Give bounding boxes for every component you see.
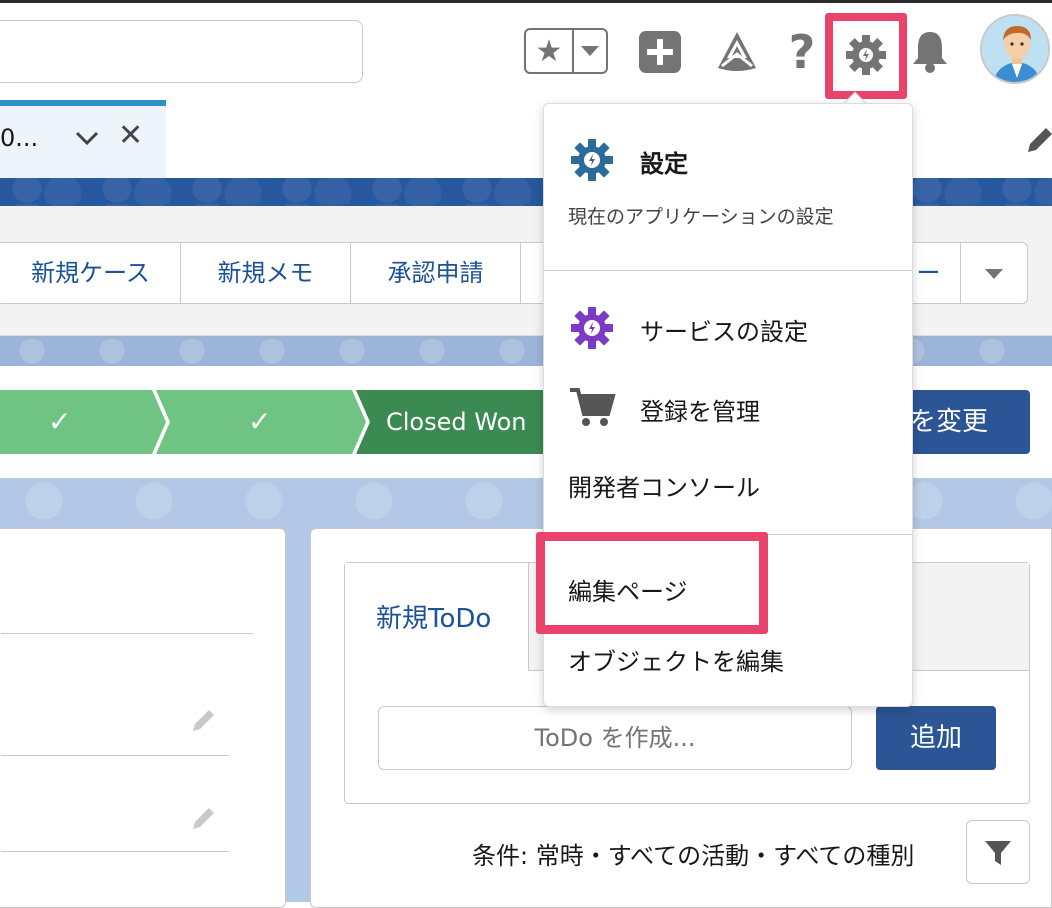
service-setup-menu-item[interactable] [568,304,616,356]
global-actions-button[interactable] [639,31,681,73]
workspace-tab-label[interactable]: 0... [0,124,38,152]
favorites-dropdown-button[interactable] [574,30,606,72]
chevron-down-icon [985,269,1003,279]
path-stage-complete-2[interactable]: ✓ [156,390,366,454]
service-gear-icon [571,307,613,349]
pencil-icon [193,808,214,829]
service-setup-label[interactable]: サービスの設定 [640,312,808,347]
menu-divider [544,270,912,271]
help-icon[interactable]: ? [782,24,822,80]
tab-close-icon[interactable]: ✕ [118,118,143,153]
gear-icon [846,35,886,75]
manage-subscription-label[interactable]: 登録を管理 [640,392,760,427]
new-case-button[interactable]: 新規ケース [1,243,181,303]
filter-icon [985,841,1011,865]
star-icon[interactable]: ★ [526,30,574,72]
edit-nav-button[interactable] [1024,126,1052,160]
chevron-down-icon [75,131,99,146]
user-avatar-image [982,16,1048,82]
more-actions-button[interactable] [963,243,1027,303]
pencil-icon [1028,128,1052,152]
filter-button[interactable] [966,820,1030,884]
tab-new-todo-label[interactable]: 新規ToDo [376,598,491,635]
divider [1,851,229,852]
change-stage-button[interactable]: を変更 [896,390,1030,454]
trailhead-button[interactable] [716,30,758,78]
chevron-down-icon [581,46,599,56]
submit-approval-button[interactable]: 承認申請 [351,243,521,303]
manage-subscription-menu-item[interactable] [568,384,616,436]
plus-icon [647,39,673,65]
bell-icon [913,32,947,73]
user-avatar[interactable] [980,14,1050,84]
edit-page-highlight [536,532,768,634]
tab-menu-button[interactable] [74,128,100,152]
global-search-input[interactable] [0,20,363,83]
setup-menu-subtitle[interactable]: 現在のアプリケーションの設定 [568,202,834,229]
developer-console-menu-item[interactable]: 開発者コンソール [568,468,760,503]
pencil-icon [193,710,214,731]
check-icon: ✓ [48,405,72,438]
todo-input[interactable]: ToDo を作成... [378,706,852,770]
path-stage-label: Closed Won [386,408,527,436]
details-card [0,528,286,908]
edit-field-button[interactable] [189,707,217,739]
notifications-button[interactable] [910,28,950,78]
activity-filter-summary: 条件: 常時・すべての活動・すべての種別 [472,842,915,870]
setup-gear-button-highlighted[interactable] [825,13,907,99]
check-icon: ✓ [248,405,272,438]
path-stage-complete-1[interactable]: ✓ [0,390,166,454]
new-note-button[interactable]: 新規メモ [181,243,351,303]
divider [1,755,229,756]
setup-gear-icon [571,139,613,181]
divider [1,633,253,634]
setup-menu-title[interactable]: 設定 [640,144,688,179]
edit-object-menu-item[interactable]: オブジェクトを編集 [568,642,784,677]
add-todo-button[interactable]: 追加 [876,706,996,770]
setup-menu-item[interactable] [568,136,616,188]
trailhead-icon [718,32,756,71]
path-stage-current[interactable]: Closed Won [356,390,556,454]
cart-icon [570,388,616,426]
edit-field-button[interactable] [189,805,217,837]
favorites-button-group[interactable]: ★ [524,28,608,74]
window-top-edge [0,0,1052,3]
